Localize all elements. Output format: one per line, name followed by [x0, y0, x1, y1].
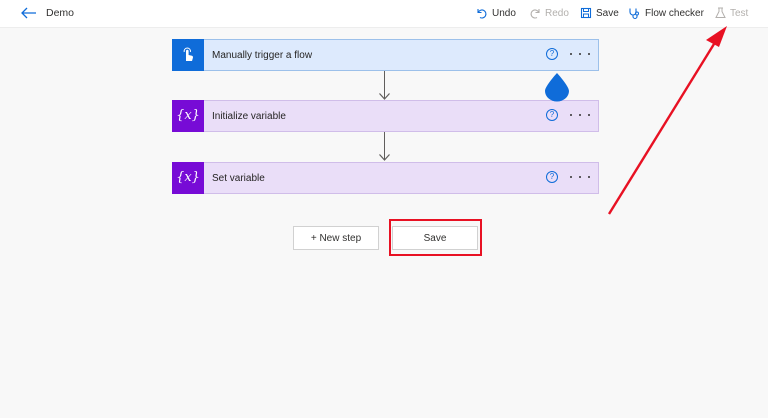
chevron-down-icon: [379, 93, 390, 100]
help-icon[interactable]: ?: [546, 109, 558, 121]
flow-name: Demo: [46, 7, 75, 19]
step-card-set-variable[interactable]: {x} Set variable ?: [172, 161, 599, 194]
save-highlight-box: [389, 219, 482, 256]
step-title: Manually trigger a flow: [212, 49, 313, 61]
more-options-icon[interactable]: [570, 47, 590, 61]
step-card-manual-trigger[interactable]: Manually trigger a flow ?: [172, 38, 599, 71]
redo-button[interactable]: Redo: [529, 4, 569, 22]
test-button[interactable]: Test: [715, 4, 748, 22]
flow-checker-label: Flow checker: [645, 7, 704, 19]
test-label: Test: [730, 7, 749, 19]
undo-button[interactable]: Undo: [476, 4, 516, 22]
flask-icon: [715, 7, 726, 18]
new-step-button[interactable]: + New step: [293, 226, 379, 250]
step-title: Initialize variable: [212, 110, 286, 122]
command-bar: Demo Undo Redo Save Flow checker Test: [0, 0, 768, 28]
flow-checker-button[interactable]: Flow checker: [628, 4, 704, 22]
step-title: Set variable: [212, 172, 265, 184]
variable-icon: {x}: [172, 161, 204, 194]
help-icon[interactable]: ?: [546, 48, 558, 60]
undo-label: Undo: [492, 7, 516, 19]
help-icon[interactable]: ?: [546, 171, 558, 183]
chevron-down-icon: [379, 154, 390, 161]
save-icon: [580, 7, 592, 19]
more-options-icon[interactable]: [570, 108, 590, 122]
drag-pointer-icon: [545, 73, 569, 102]
stethoscope-icon: [629, 8, 639, 19]
touch-trigger-icon: [172, 38, 204, 71]
more-options-icon[interactable]: [570, 170, 590, 184]
save-toolbar-label: Save: [596, 7, 619, 19]
redo-icon: [530, 9, 540, 19]
back-arrow-icon[interactable]: [20, 5, 38, 21]
variable-icon: {x}: [172, 99, 204, 132]
undo-icon: [477, 9, 487, 19]
save-toolbar-button[interactable]: Save: [580, 4, 619, 22]
redo-label: Redo: [545, 7, 569, 19]
step-card-initialize-variable[interactable]: {x} Initialize variable ?: [172, 99, 599, 132]
